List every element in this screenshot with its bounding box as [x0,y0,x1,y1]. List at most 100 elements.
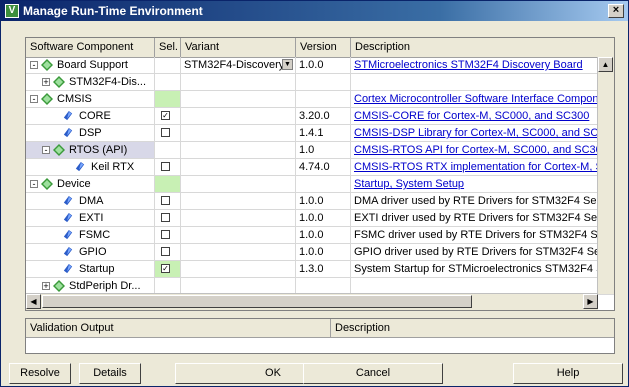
table-row[interactable]: EXTI 1.0.0 EXTI driver used by RTE Drivers… [26,210,614,227]
window-title: Manage Run-Time Environment [23,4,203,18]
description-cell: FSMC driver used by RTE Drivers for STM3… [351,227,614,243]
col-validation-description[interactable]: Description [331,319,614,337]
description-link[interactable]: STMicroelectronics STM32F4 Discovery Boa… [351,57,614,73]
table-row[interactable]: - Device Startup, System Setup [26,176,614,193]
select-checkbox[interactable] [161,247,170,256]
details-button[interactable]: Details [79,363,141,384]
col-sel[interactable]: Sel. [155,38,181,57]
component-cell[interactable]: Keil RTX [26,159,155,175]
description-link[interactable]: Startup, System Setup [351,176,614,192]
component-label: Device [57,178,91,190]
col-validation-output[interactable]: Validation Output [26,319,331,337]
table-row[interactable]: GPIO 1.0.0 GPIO driver used by RTE Drivers… [26,244,614,261]
validation-panel: Validation Output Description [25,318,615,354]
version-cell [296,278,351,294]
component-cell[interactable]: FSMC [26,227,155,243]
component-icon [75,162,85,172]
resolve-button[interactable]: Resolve [9,363,71,384]
validation-header: Validation Output Description [26,319,614,338]
col-variant[interactable]: Variant [181,38,296,57]
sel-cell [155,193,181,209]
description-link[interactable]: CMSIS-DSP Library for Cortex-M, SC000, a… [351,125,614,141]
version-cell: 1.0.0 [296,193,351,209]
grid-header: Software Component Sel. Variant Version … [26,38,614,58]
description-link[interactable]: CMSIS-RTOS RTX implementation for Cortex… [351,159,614,175]
scroll-left-icon[interactable]: ◀ [26,294,41,309]
component-label: EXTI [79,212,104,224]
version-cell: 1.4.1 [296,125,351,141]
version-cell [296,74,351,90]
horizontal-scroll-thumb[interactable] [42,295,472,308]
component-class-icon [41,93,53,105]
scroll-right-icon[interactable]: ▶ [583,294,598,309]
expand-icon[interactable]: + [42,282,50,291]
table-row[interactable]: Keil RTX 4.74.0 CMSIS-RTOS RTX implementat… [26,159,614,176]
select-checkbox[interactable] [161,213,170,222]
sel-cell [155,176,181,192]
component-cell[interactable]: DSP [26,125,155,141]
chevron-down-icon[interactable]: ▼ [282,59,293,70]
description-cell: EXTI driver used by RTE Drivers for STM3… [351,210,614,226]
component-cell[interactable]: DMA [26,193,155,209]
version-cell [296,176,351,192]
version-cell: 1.3.0 [296,261,351,277]
component-cell[interactable]: - Board Support [26,57,155,73]
sel-cell [155,91,181,107]
help-button[interactable]: Help [513,363,623,384]
component-cell[interactable]: + StdPeriph Dr... [26,278,155,294]
table-row[interactable]: - Board Support STM32F4-Discovery ▼ 1.0.0 STM… [26,57,614,74]
select-checkbox[interactable]: ✓ [161,264,170,273]
table-row[interactable]: - RTOS (API) 1.0 CMSIS-RTOS API for Cortex-… [26,142,614,159]
table-row[interactable]: Startup ✓ 1.3.0 System Startup for STMicroe… [26,261,614,278]
table-row[interactable]: - CMSIS Cortex Microcontroller Software In… [26,91,614,108]
close-button[interactable]: × [608,4,624,18]
description-cell: DMA driver used by RTE Drivers for STM32… [351,193,614,209]
component-cell[interactable]: EXTI [26,210,155,226]
table-row[interactable]: + STM32F4-Dis... [26,74,614,91]
cancel-button[interactable]: Cancel [303,363,443,384]
variant-cell [181,74,296,90]
description-link[interactable]: Cortex Microcontroller Software Interfac… [351,91,614,107]
collapse-icon[interactable]: - [30,61,38,70]
table-row[interactable]: DSP 1.4.1 CMSIS-DSP Library for Cortex-M, … [26,125,614,142]
scroll-up-icon[interactable]: ▲ [598,57,613,72]
component-cell[interactable]: - Device [26,176,155,192]
component-cell[interactable]: GPIO [26,244,155,260]
variant-cell[interactable]: STM32F4-Discovery ▼ [181,57,296,73]
variant-cell [181,210,296,226]
variant-cell [181,227,296,243]
table-row[interactable]: FSMC 1.0.0 FSMC driver used by RTE Drivers… [26,227,614,244]
component-cell[interactable]: - CMSIS [26,91,155,107]
component-label: StdPeriph Dr... [69,280,141,292]
select-checkbox[interactable] [161,230,170,239]
component-icon [63,128,73,138]
select-checkbox[interactable] [161,162,170,171]
description-link[interactable]: CMSIS-CORE for Cortex-M, SC000, and SC30… [351,108,614,124]
col-software-component[interactable]: Software Component [26,38,155,57]
component-grid: Software Component Sel. Variant Version … [25,37,615,311]
vertical-scrollbar[interactable]: ▲ [597,57,614,294]
variant-cell [181,142,296,158]
description-link[interactable]: CMSIS-RTOS API for Cortex-M, SC000, and … [351,142,614,158]
version-cell [296,91,351,107]
component-label: GPIO [79,246,107,258]
collapse-icon[interactable]: - [30,95,38,104]
component-cell[interactable]: - RTOS (API) [26,142,155,158]
table-row[interactable]: DMA 1.0.0 DMA driver used by RTE Drivers f… [26,193,614,210]
expand-icon[interactable]: + [42,78,50,87]
component-cell[interactable]: CORE [26,108,155,124]
select-checkbox[interactable] [161,128,170,137]
sel-cell [155,210,181,226]
select-checkbox[interactable]: ✓ [161,111,170,120]
component-cell[interactable]: + STM32F4-Dis... [26,74,155,90]
horizontal-scrollbar[interactable]: ◀ ▶ [26,293,598,310]
component-cell[interactable]: Startup [26,261,155,277]
collapse-icon[interactable]: - [30,180,38,189]
select-checkbox[interactable] [161,196,170,205]
col-description[interactable]: Description [351,38,614,57]
table-row[interactable]: CORE ✓ 3.20.0 CMSIS-CORE for Cortex-M, SC00… [26,108,614,125]
component-class-icon [53,76,65,88]
title-bar: V Manage Run-Time Environment × [1,1,628,21]
col-version[interactable]: Version [296,38,351,57]
collapse-icon[interactable]: - [42,146,50,155]
